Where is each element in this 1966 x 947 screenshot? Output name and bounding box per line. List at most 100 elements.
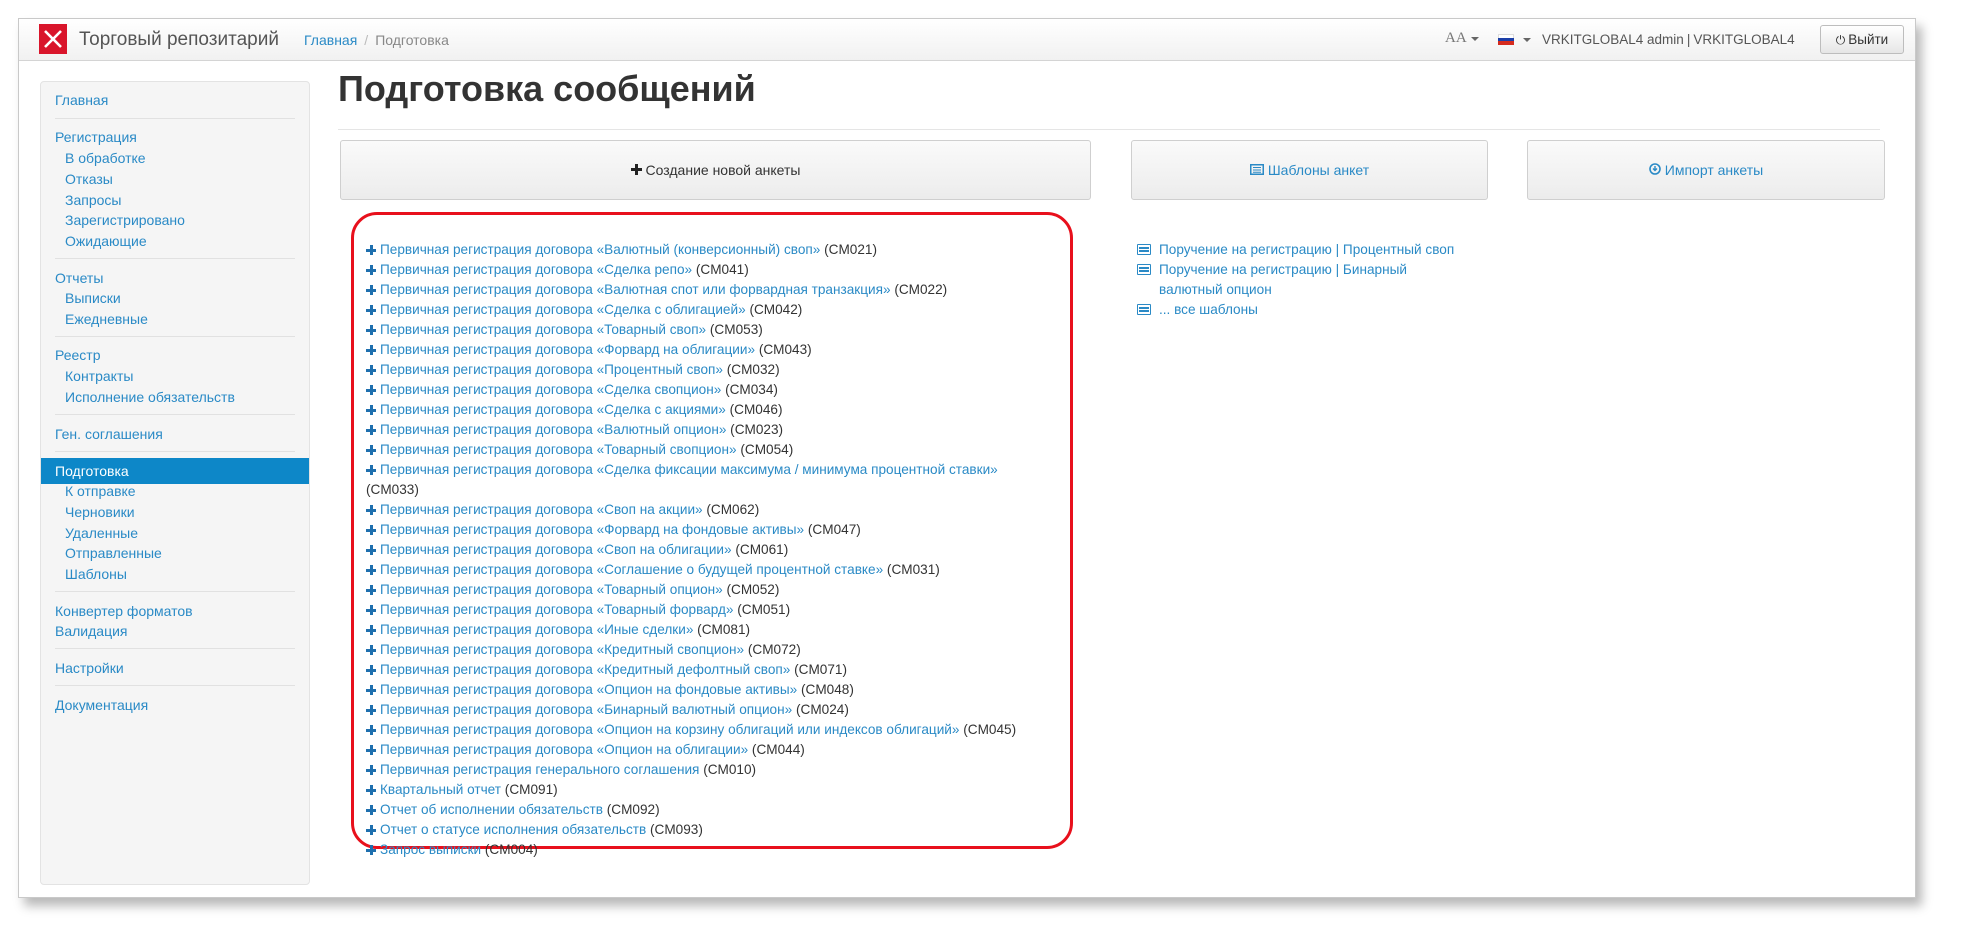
form-item-link[interactable]: Первичная регистрация договора «Сделка р…: [380, 262, 692, 277]
form-item-link[interactable]: Первичная регистрация договора «Товарный…: [380, 442, 737, 457]
form-item-link[interactable]: Первичная регистрация договора «Товарный…: [380, 582, 723, 597]
logout-button[interactable]: ⏻ Выйти: [1820, 25, 1904, 54]
sidebar-item-execution[interactable]: Исполнение обязательств: [41, 384, 309, 410]
form-item-link[interactable]: Первичная регистрация договора «Товарный…: [380, 602, 733, 617]
form-item-link[interactable]: Первичная регистрация договора «Кредитны…: [380, 642, 744, 657]
form-item[interactable]: Первичная регистрация договора «Опцион н…: [366, 720, 1016, 740]
form-item[interactable]: Первичная регистрация генерального согла…: [366, 760, 756, 780]
sidebar-item-templates[interactable]: Шаблоны: [41, 561, 309, 587]
template-link[interactable]: Поручение на регистрацию | Бинарный: [1159, 262, 1407, 277]
form-item-link[interactable]: Первичная регистрация договора «Валютный…: [380, 242, 820, 257]
plus-icon: [366, 725, 376, 735]
form-item-link[interactable]: Первичная регистрация договора «Сделка с…: [380, 402, 726, 417]
form-item-link[interactable]: Первичная регистрация договора «Иные сде…: [380, 622, 693, 637]
form-item-link[interactable]: Первичная регистрация договора «Валютная…: [380, 282, 891, 297]
create-form-button[interactable]: Создание новой анкеты: [340, 140, 1091, 200]
sidebar-item-general-agreements[interactable]: Ген. соглашения: [41, 421, 309, 447]
form-item[interactable]: Первичная регистрация договора «Товарный…: [366, 320, 763, 340]
form-item[interactable]: Первичная регистрация договора «Сделка р…: [366, 260, 749, 280]
form-item-link[interactable]: Первичная регистрация договора «Сделка с…: [380, 382, 721, 397]
sidebar-divider: [55, 414, 295, 415]
form-item[interactable]: Первичная регистрация договора «Сделка ф…: [366, 460, 998, 480]
template-item[interactable]: ... все шаблоны: [1137, 300, 1258, 320]
sidebar-item-pending[interactable]: Ожидающие: [41, 228, 309, 254]
plus-icon: [366, 665, 376, 675]
form-item-link[interactable]: Первичная регистрация договора «Соглашен…: [380, 562, 883, 577]
form-item[interactable]: Квартальный отчет (CM091): [366, 780, 558, 800]
form-item[interactable]: Отчет о статусе исполнения обязательств …: [366, 820, 703, 840]
breadcrumb-home[interactable]: Главная: [304, 32, 357, 48]
form-item-link[interactable]: Первичная регистрация договора «Форвард …: [380, 522, 804, 537]
sidebar-divider: [55, 648, 295, 649]
form-item-link[interactable]: Первичная регистрация договора «Валютный…: [380, 422, 726, 437]
form-item-link[interactable]: Первичная регистрация генерального согла…: [380, 762, 699, 777]
template-item[interactable]: Поручение на регистрацию | Бинарный: [1137, 260, 1407, 280]
all-templates-link[interactable]: ... все шаблоны: [1159, 302, 1258, 317]
russian-flag-icon[interactable]: [1498, 34, 1514, 45]
form-item[interactable]: Первичная регистрация договора «Валютный…: [366, 240, 877, 260]
form-item-link[interactable]: Квартальный отчет: [380, 782, 501, 797]
form-item-link[interactable]: Первичная регистрация договора «Товарный…: [380, 322, 706, 337]
form-item[interactable]: Первичная регистрация договора «Валютная…: [366, 280, 947, 300]
form-item[interactable]: Первичная регистрация договора «Опцион н…: [366, 740, 805, 760]
sidebar-item-settings[interactable]: Настройки: [41, 655, 309, 681]
form-item-link[interactable]: Отчет об исполнении обязательств: [380, 802, 603, 817]
form-item[interactable]: Первичная регистрация договора «Кредитны…: [366, 660, 847, 680]
form-item[interactable]: Первичная регистрация договора «Валютный…: [366, 420, 783, 440]
sidebar-item-validation[interactable]: Валидация: [41, 618, 309, 644]
form-item[interactable]: Первичная регистрация договора «Соглашен…: [366, 560, 940, 580]
import-form-button[interactable]: Импорт анкеты: [1527, 140, 1885, 200]
form-item[interactable]: Первичная регистрация договора «Форвард …: [366, 520, 861, 540]
form-item-code: (CM010): [703, 762, 757, 777]
form-item-link[interactable]: Первичная регистрация договора «Опцион н…: [380, 682, 797, 697]
form-item[interactable]: Первичная регистрация договора «Сделка с…: [366, 300, 802, 320]
form-item-link[interactable]: Отчет о статусе исполнения обязательств: [380, 822, 646, 837]
form-item-link[interactable]: Запрос выписки: [380, 842, 481, 857]
form-item[interactable]: Отчет об исполнении обязательств (CM092): [366, 800, 660, 820]
form-item-link[interactable]: Первичная регистрация договора «Опцион н…: [380, 722, 959, 737]
form-item-link[interactable]: Первичная регистрация договора «Опцион н…: [380, 742, 748, 757]
power-icon: ⏻: [1835, 33, 1846, 47]
form-item-link[interactable]: Первичная регистрация договора «Кредитны…: [380, 662, 790, 677]
form-item[interactable]: Первичная регистрация договора «Своп на …: [366, 540, 788, 560]
form-templates-button[interactable]: Шаблоны анкет: [1131, 140, 1488, 200]
moex-logo-icon[interactable]: [39, 24, 67, 54]
form-item[interactable]: Первичная регистрация договора «Кредитны…: [366, 640, 801, 660]
template-item[interactable]: Поручение на регистрацию | Процентный св…: [1137, 240, 1454, 260]
template-link[interactable]: Поручение на регистрацию | Процентный св…: [1159, 242, 1454, 257]
form-item-code: (CM072): [747, 642, 801, 657]
form-item-code: (CM054): [740, 442, 794, 457]
form-item-link[interactable]: Первичная регистрация договора «Процентн…: [380, 362, 723, 377]
form-item[interactable]: Первичная регистрация договора «Товарный…: [366, 440, 793, 460]
create-form-label: Создание новой анкеты: [645, 162, 801, 178]
form-item[interactable]: Первичная регистрация договора «Иные сде…: [366, 620, 750, 640]
language-chevron-down-icon[interactable]: [1523, 38, 1531, 42]
sidebar-item-documentation[interactable]: Документация: [41, 692, 309, 718]
plus-icon: [366, 545, 376, 555]
form-item[interactable]: Первичная регистрация договора «Сделка с…: [366, 400, 782, 420]
form-item-code: (CM041): [695, 262, 749, 277]
form-item-link[interactable]: Первичная регистрация договора «Своп на …: [380, 542, 732, 557]
form-item-link[interactable]: Первичная регистрация договора «Форвард …: [380, 342, 755, 357]
form-item[interactable]: Первичная регистрация договора «Процентн…: [366, 360, 780, 380]
form-item[interactable]: Первичная регистрация договора «Опцион н…: [366, 680, 854, 700]
form-item[interactable]: Первичная регистрация договора «Товарный…: [366, 580, 779, 600]
form-item[interactable]: Первичная регистрация договора «Своп на …: [366, 500, 759, 520]
plus-icon: [366, 745, 376, 755]
form-item[interactable]: Первичная регистрация договора «Товарный…: [366, 600, 790, 620]
form-item-link[interactable]: Первичная регистрация договора «Бинарный…: [380, 702, 792, 717]
form-item-code: (CM053): [709, 322, 763, 337]
form-item[interactable]: Первичная регистрация договора «Форвард …: [366, 340, 812, 360]
app-title[interactable]: Торговый репозитарий: [79, 29, 279, 51]
sidebar-item-daily[interactable]: Ежедневные: [41, 306, 309, 332]
form-item-link[interactable]: Первичная регистрация договора «Сделка ф…: [380, 462, 998, 477]
form-item-link[interactable]: Первичная регистрация договора «Своп на …: [380, 502, 703, 517]
template-link-continuation[interactable]: валютный опцион: [1159, 280, 1272, 300]
sidebar-item-home[interactable]: Главная: [41, 87, 309, 113]
form-item[interactable]: Первичная регистрация договора «Сделка с…: [366, 380, 778, 400]
form-item-link[interactable]: Первичная регистрация договора «Сделка с…: [380, 302, 746, 317]
form-item[interactable]: Запрос выписки (CM004): [366, 840, 538, 860]
font-size-dropdown[interactable]: AA: [1445, 30, 1479, 47]
form-item[interactable]: Первичная регистрация договора «Бинарный…: [366, 700, 849, 720]
sidebar-divider: [55, 591, 295, 592]
